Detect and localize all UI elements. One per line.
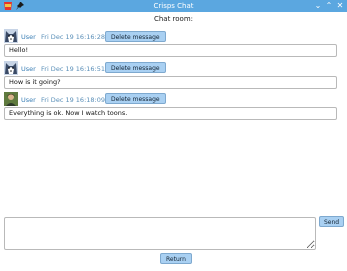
message-username: User xyxy=(21,33,36,41)
message-username: User xyxy=(21,96,36,104)
message-header: User Fri Dec 19 16:16:28 2025 xyxy=(4,29,204,45)
close-icon[interactable]: ✕ xyxy=(334,0,346,12)
message-input[interactable] xyxy=(4,217,316,250)
message-text: Everything is ok. Now I watch toons. xyxy=(4,107,337,120)
message-text: How is it going? xyxy=(4,76,337,89)
send-button[interactable]: Send xyxy=(319,216,345,227)
message-header: User Fri Dec 19 16:16:51 2025 xyxy=(4,61,204,77)
message-header: User Fri Dec 19 16:18:09 2025 xyxy=(4,92,204,108)
delete-message-button[interactable]: Delete message xyxy=(105,31,166,42)
chat-room-label: Chat room: xyxy=(153,15,194,23)
husky-avatar xyxy=(4,29,18,43)
delete-message-button[interactable]: Delete message xyxy=(105,62,166,73)
message-username: User xyxy=(21,65,36,73)
delete-message-button[interactable]: Delete message xyxy=(105,93,166,104)
portrait-avatar xyxy=(4,92,18,106)
husky-avatar xyxy=(4,61,18,75)
title-bar: Crisps Chat ⌄ ⌃ ✕ xyxy=(0,0,347,12)
return-button[interactable]: Return xyxy=(160,253,192,264)
window-title: Crisps Chat xyxy=(153,2,194,10)
message-text: Hello! xyxy=(4,44,337,57)
